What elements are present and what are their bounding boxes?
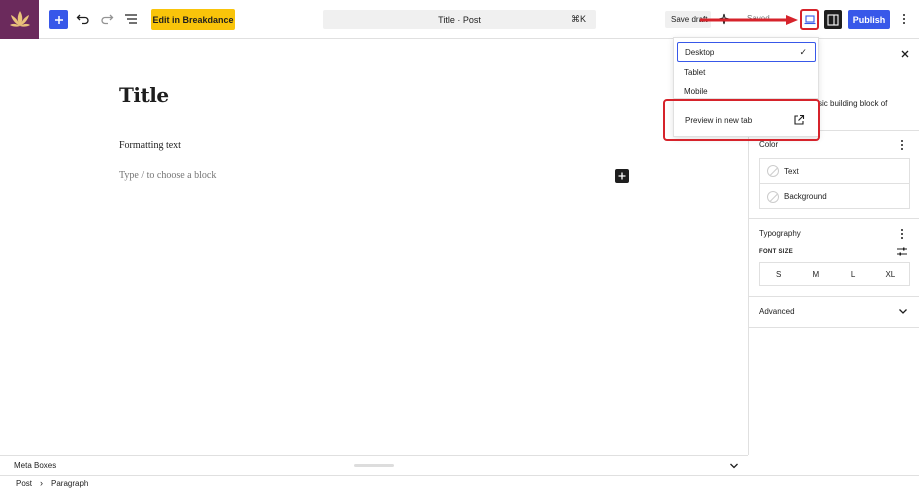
preview-button[interactable] [800, 9, 819, 30]
undo-button[interactable] [75, 11, 91, 27]
publish-button[interactable]: Publish [848, 10, 890, 29]
laptop-preview-icon [804, 14, 815, 24]
sidebar-divider [749, 327, 919, 328]
text-color-option[interactable]: Text [760, 159, 909, 184]
document-overview-button[interactable] [123, 11, 139, 27]
sidebar-divider [749, 218, 919, 219]
preview-desktop-option[interactable]: Desktop ✓ [677, 42, 816, 62]
background-color-option[interactable]: Background [760, 184, 909, 209]
color-options-box: Text Background [759, 158, 910, 209]
annotation-arrow-icon [700, 15, 798, 25]
plus-icon [618, 172, 626, 180]
inline-add-block-button[interactable] [615, 169, 629, 183]
document-title-label: Title · Post [438, 14, 481, 25]
breadcrumb: Post › Paragraph [0, 475, 919, 490]
meta-boxes-panel[interactable]: Meta Boxes [0, 455, 748, 475]
close-icon[interactable] [899, 48, 911, 60]
breadcrumb-separator-icon: › [40, 478, 44, 488]
block-description: sic building block of [818, 99, 888, 108]
font-size-controls-icon[interactable] [897, 247, 907, 256]
font-size-large-option[interactable]: L [835, 263, 872, 285]
color-option-label: Background [784, 192, 827, 201]
lotus-logo-icon[interactable] [0, 0, 39, 39]
resize-handle[interactable] [354, 464, 394, 467]
chevron-down-icon[interactable] [898, 307, 908, 315]
redo-icon [101, 14, 114, 25]
paragraph-block[interactable]: Formatting text [119, 140, 181, 151]
font-size-picker: S M L XL [759, 262, 910, 286]
preview-option-label: Desktop [685, 47, 715, 57]
color-option-label: Text [784, 166, 799, 176]
external-link-icon [794, 114, 805, 125]
redo-button[interactable] [99, 11, 115, 27]
options-menu-button[interactable] [898, 11, 910, 27]
editor-canvas [0, 40, 748, 455]
kebab-menu-icon [903, 14, 905, 24]
font-size-medium-option[interactable]: M [797, 263, 834, 285]
settings-button[interactable] [824, 10, 842, 29]
keyboard-shortcut-label: ⌘K [570, 14, 586, 24]
color-panel-heading[interactable]: Color [759, 140, 778, 149]
meta-boxes-label: Meta Boxes [14, 461, 57, 470]
block-placeholder[interactable]: Type / to choose a block [119, 170, 216, 181]
font-size-xl-option[interactable]: XL [872, 263, 909, 285]
preview-option-label: Tablet [684, 67, 706, 77]
typography-panel-heading[interactable]: Typography [759, 229, 801, 238]
empty-color-swatch-icon [767, 190, 779, 203]
font-size-label: FONT SIZE [759, 249, 794, 255]
breadcrumb-item-post[interactable]: Post [16, 479, 32, 488]
chevron-down-icon[interactable] [729, 462, 739, 470]
undo-icon [76, 14, 89, 25]
preview-in-new-tab-option[interactable]: Preview in new tab [685, 113, 810, 127]
preview-option-label: Mobile [684, 86, 708, 96]
check-icon: ✓ [799, 46, 807, 57]
plus-icon [54, 15, 63, 24]
color-options-kebab-icon[interactable] [899, 140, 905, 150]
command-palette-bar[interactable]: Title · Post ⌘K [323, 10, 596, 29]
font-size-small-option[interactable]: S [760, 263, 797, 285]
list-view-icon [125, 14, 137, 24]
empty-color-swatch-icon [767, 165, 779, 177]
sidebar-divider [749, 296, 919, 297]
breadcrumb-item-paragraph[interactable]: Paragraph [51, 479, 88, 488]
edit-in-breakdance-button[interactable]: Edit in Breakdance [151, 9, 235, 30]
typography-options-kebab-icon[interactable] [899, 229, 905, 239]
preview-in-new-tab-label: Preview in new tab [685, 115, 753, 125]
advanced-panel-heading[interactable]: Advanced [759, 307, 795, 316]
sidebar-toggle-icon [827, 13, 839, 26]
post-title[interactable]: Title [119, 83, 169, 107]
preview-tablet-option[interactable]: Tablet [677, 62, 816, 82]
add-block-button[interactable] [49, 10, 68, 29]
